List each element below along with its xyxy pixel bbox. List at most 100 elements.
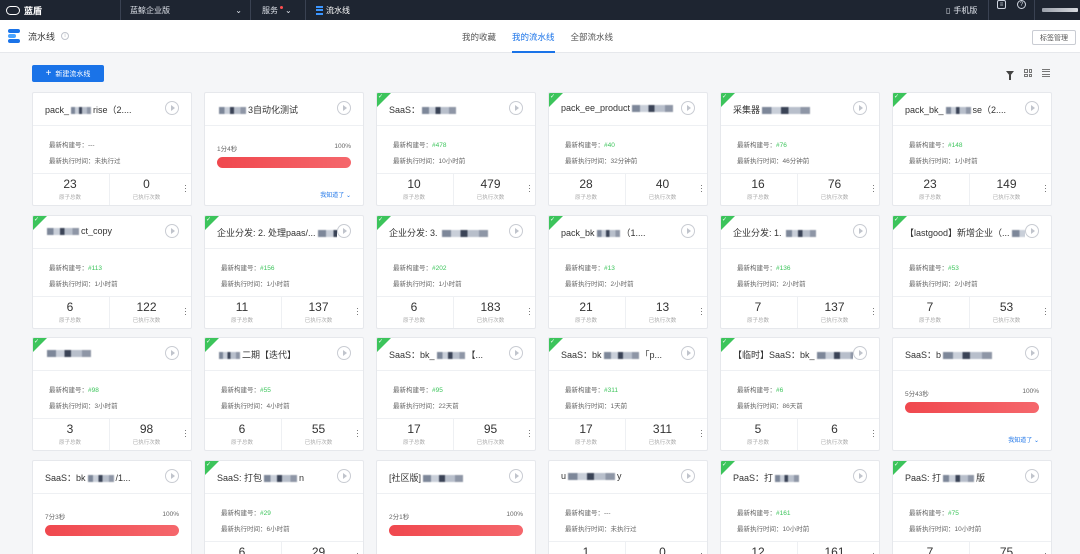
pipeline-name[interactable]: ct_copy [45, 226, 165, 236]
service-menu[interactable]: 服务 ⌄ [262, 0, 292, 20]
info-icon[interactable]: i [61, 32, 70, 40]
pipeline-card[interactable]: PaaS：打最新构建号：#161 最新执行时间：10小时前 12原子总数161已执行… [720, 460, 880, 554]
pipeline-name[interactable] [45, 348, 165, 358]
latest-build-value[interactable]: #311 [604, 387, 618, 394]
pipeline-card[interactable]: pack_bk_ se（2.... 最新构建号：#148 最新执行时间：1小时前 23 原… [892, 92, 1052, 206]
pipeline-name[interactable]: 企业分发: 3. [389, 226, 509, 239]
latest-build-value[interactable]: #113 [88, 265, 102, 272]
pipeline-card[interactable]: 企业分发: 2. 处理paas/... 最新构建号：#156 最新执行时间：1小时前… [204, 215, 364, 329]
more-options-icon[interactable]: ··· [528, 426, 531, 441]
run-pipeline-button[interactable] [337, 224, 351, 238]
run-pipeline-button[interactable] [337, 101, 351, 115]
got-it-link[interactable]: 我知道了 ⌄ [1008, 435, 1039, 444]
pipeline-card[interactable]: 最新构建号：#98 最新执行时间：3小时前 3 原子总数 98 已执行次数 ··· [32, 337, 192, 451]
more-options-icon[interactable]: ··· [700, 304, 703, 319]
pipeline-name[interactable]: SaaS： [389, 103, 509, 116]
more-options-icon[interactable]: ··· [700, 426, 703, 441]
more-options-icon[interactable]: ··· [184, 304, 187, 319]
pipeline-name[interactable]: SaaS：bk/1... [45, 471, 165, 484]
brand-logo[interactable]: 蓝盾 [6, 0, 42, 20]
pipeline-card[interactable]: pack_ rise（2.... 最新构建号：--- 最新执行时间：未执行过 23 原子总… [32, 92, 192, 206]
pipeline-name[interactable]: [社区版] [389, 471, 509, 484]
run-pipeline-button[interactable] [1025, 101, 1039, 115]
run-pipeline-button[interactable] [509, 469, 523, 483]
more-options-icon[interactable]: ··· [872, 304, 875, 319]
more-options-icon[interactable]: ··· [184, 181, 187, 196]
help-icon[interactable]: ? [1017, 0, 1026, 9]
pipeline-name[interactable]: SaaS：bk_ 【... [389, 348, 509, 361]
pipeline-name[interactable]: 企业分发: 1. [733, 226, 853, 239]
tag-management-button[interactable]: 标签管理 [1032, 30, 1076, 45]
pipeline-card[interactable]: 企业分发: 3. 最新构建号：#202 最新执行时间：1小时前 6 原子总数 183 已执… [376, 215, 536, 329]
grid-view-icon[interactable] [1024, 69, 1032, 77]
latest-build-value[interactable]: #98 [88, 387, 99, 394]
pipeline-name[interactable]: pack_bk （1.... [561, 226, 681, 239]
pipeline-card[interactable]: pack_bk （1.... 最新构建号：#13 最新执行时间：2小时前 21 原子总数 1… [548, 215, 708, 329]
tab-my-pipelines[interactable]: 我的流水线 [512, 20, 555, 53]
run-pipeline-button[interactable] [853, 224, 867, 238]
latest-build-value[interactable]: #13 [604, 265, 615, 272]
pipeline-name[interactable]: pack_ee_product [561, 103, 681, 113]
more-options-icon[interactable]: ··· [1044, 181, 1047, 196]
latest-build-value[interactable]: #478 [432, 142, 446, 149]
run-pipeline-button[interactable] [681, 469, 695, 483]
got-it-link[interactable]: 我知道了 ⌄ [320, 190, 351, 199]
run-pipeline-button[interactable] [165, 101, 179, 115]
pipeline-card[interactable]: 3自动化测试 1分4秒 100% 我知道了 ⌄ [204, 92, 364, 206]
pipeline-name[interactable]: pack_ rise（2.... [45, 103, 165, 116]
run-pipeline-button[interactable] [1025, 224, 1039, 238]
pipeline-name[interactable]: SaaS: 打包 n [217, 471, 337, 484]
pipeline-card[interactable]: 企业分发: 1. 最新构建号：#136 最新执行时间：2小时前 7 原子总数 137 已执… [720, 215, 880, 329]
run-pipeline-button[interactable] [509, 101, 523, 115]
run-pipeline-button[interactable] [165, 224, 179, 238]
pipeline-name[interactable]: 【临时】SaaS：bk_... [733, 348, 853, 361]
pipeline-card[interactable]: [社区版]2分1秒100%我知道了 ⌄ [376, 460, 536, 554]
more-options-icon[interactable]: ··· [356, 426, 359, 441]
pipeline-name[interactable]: uy [561, 471, 681, 481]
mobile-version-link[interactable]: ▯ 手机版 [946, 0, 977, 20]
run-pipeline-button[interactable] [853, 101, 867, 115]
run-pipeline-button[interactable] [1025, 469, 1039, 483]
pipeline-card[interactable]: 【临时】SaaS：bk_... 最新构建号：#6 最新执行时间：86天前 5 原子总数 6… [720, 337, 880, 451]
latest-build-value[interactable]: #40 [604, 142, 615, 149]
more-options-icon[interactable]: ··· [700, 181, 703, 196]
run-pipeline-button[interactable] [509, 346, 523, 360]
more-options-icon[interactable]: ··· [872, 181, 875, 196]
run-pipeline-button[interactable] [337, 469, 351, 483]
latest-build-value[interactable]: #136 [776, 265, 790, 272]
run-pipeline-button[interactable] [681, 101, 695, 115]
pipeline-card[interactable]: SaaS: 打包 n 最新构建号：#29 最新执行时间：6小时前 6原子总数29已执行次… [204, 460, 364, 554]
pipeline-card[interactable]: PaaS: 打 版最新构建号：#75 最新执行时间：10小时前 7原子总数75已执行次… [892, 460, 1052, 554]
run-pipeline-button[interactable] [681, 224, 695, 238]
latest-build-value[interactable]: #53 [948, 265, 959, 272]
latest-build-value[interactable]: #202 [432, 265, 446, 272]
pipeline-card[interactable]: SaaS：bk 「p... 最新构建号：#311 最新执行时间：1天前 17 原子总数 31… [548, 337, 708, 451]
latest-build-value[interactable]: #6 [776, 387, 783, 394]
more-options-icon[interactable]: ··· [528, 181, 531, 196]
pipeline-card[interactable]: 【lastgood】新增企业（... 最新构建号：#53 最新执行时间：2小时前 7 原… [892, 215, 1052, 329]
pipeline-name[interactable]: PaaS: 打 版 [905, 471, 1025, 484]
tab-my-favorites[interactable]: 我的收藏 [462, 20, 496, 53]
pipeline-name[interactable]: 企业分发: 2. 处理paas/... [217, 226, 337, 239]
pipeline-card[interactable]: SaaS：bk/1...7分3秒100%我知道了 ⌄ [32, 460, 192, 554]
pipeline-card[interactable]: SaaS： 最新构建号：#478 最新执行时间：10小时前 10 原子总数 479 已执行次… [376, 92, 536, 206]
latest-build-value[interactable]: #148 [948, 142, 962, 149]
more-options-icon[interactable]: ··· [528, 304, 531, 319]
run-pipeline-button[interactable] [681, 346, 695, 360]
pipeline-card[interactable]: uy最新构建号：---最新执行时间：未执行过1原子总数0已执行次数··· [548, 460, 708, 554]
pipeline-name[interactable]: 【lastgood】新增企业（... [905, 226, 1025, 239]
run-pipeline-button[interactable] [853, 346, 867, 360]
filter-icon[interactable] [1006, 70, 1014, 80]
new-pipeline-button[interactable]: + 新建流水线 [32, 65, 104, 82]
pipeline-card[interactable]: SaaS：b 5分43秒 100% 我知道了 ⌄ [892, 337, 1052, 451]
latest-build-value[interactable]: --- [604, 510, 611, 517]
list-view-icon[interactable] [1042, 69, 1050, 77]
more-options-icon[interactable]: ··· [1044, 304, 1047, 319]
run-pipeline-button[interactable] [1025, 346, 1039, 360]
more-options-icon[interactable]: ··· [184, 426, 187, 441]
latest-build-value[interactable]: #55 [260, 387, 271, 394]
run-pipeline-button[interactable] [853, 469, 867, 483]
project-selector[interactable]: 蓝鲸企业版 ⌄ [130, 0, 242, 20]
pipeline-name[interactable]: SaaS：bk 「p... [561, 348, 681, 361]
pipeline-card[interactable]: SaaS：bk_ 【... 最新构建号：#95 最新执行时间：22天前 17 原子总数 95… [376, 337, 536, 451]
